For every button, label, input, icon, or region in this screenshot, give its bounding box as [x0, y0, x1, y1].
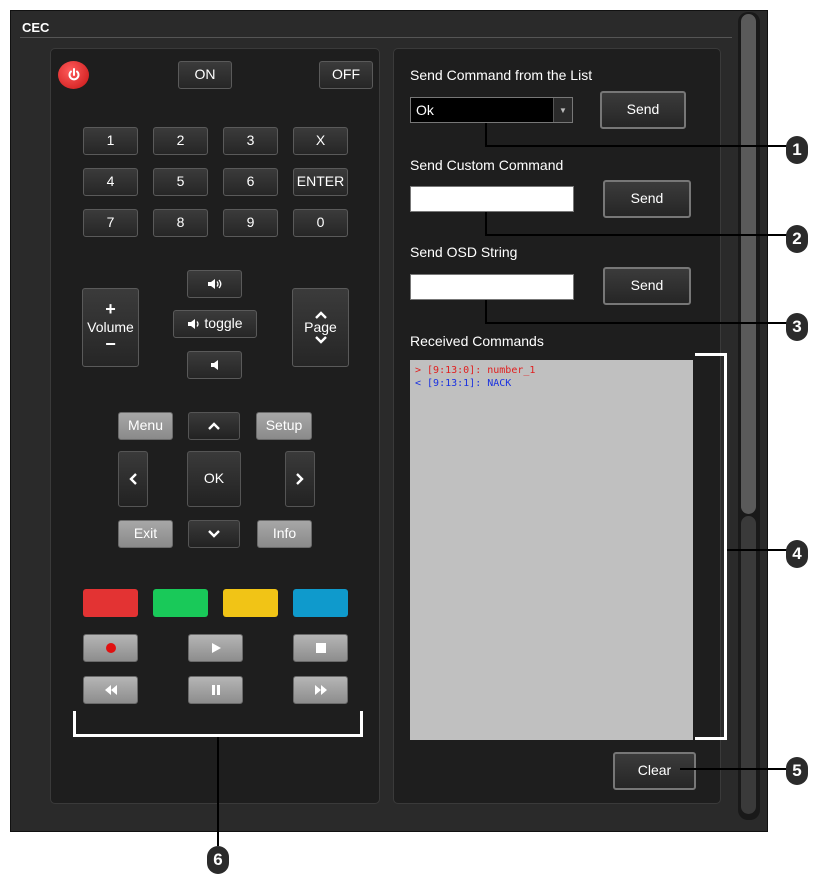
log-bracket: [695, 353, 727, 740]
volume-rocker[interactable]: + Volume −: [82, 288, 139, 367]
stop-icon: [315, 643, 326, 653]
exit-button[interactable]: Exit: [118, 520, 173, 548]
dropdown-arrow-icon[interactable]: ▼: [553, 98, 572, 122]
key-9[interactable]: 9: [223, 209, 278, 237]
rewind-icon: [104, 685, 117, 695]
off-button[interactable]: OFF: [319, 61, 373, 89]
fast-forward-button[interactable]: [293, 676, 348, 704]
media-bracket: [73, 711, 363, 737]
record-icon: [105, 643, 116, 653]
send-list-button[interactable]: Send: [600, 91, 686, 129]
received-commands-label: Received Commands: [410, 333, 544, 349]
clear-button[interactable]: Clear: [613, 752, 696, 790]
chevron-down-icon[interactable]: [314, 335, 328, 345]
title-divider: [20, 37, 732, 38]
fast-forward-icon: [314, 685, 327, 695]
command-select-value: Ok: [416, 102, 434, 118]
info-button[interactable]: Info: [257, 520, 312, 548]
callout-1: 1: [786, 136, 808, 164]
log-line: > [9:13:0]: number_1: [415, 365, 536, 376]
callout-4: 4: [786, 540, 808, 568]
green-button[interactable]: [153, 589, 208, 617]
stop-button[interactable]: [293, 634, 348, 662]
callout-2: 2: [786, 225, 808, 253]
key-7[interactable]: 7: [83, 209, 138, 237]
key-x[interactable]: X: [293, 127, 348, 155]
menu-button[interactable]: Menu: [118, 412, 173, 440]
volume-up-button[interactable]: [187, 270, 242, 298]
record-button[interactable]: [83, 634, 138, 662]
callout-leader: [485, 212, 487, 236]
nav-up-button[interactable]: [188, 412, 240, 440]
mute-toggle-button[interactable]: toggle: [173, 310, 257, 338]
osd-string-input[interactable]: [410, 274, 574, 300]
callout-leader: [680, 768, 790, 770]
key-8[interactable]: 8: [153, 209, 208, 237]
scrollbar-thumb[interactable]: [741, 14, 756, 514]
custom-command-input[interactable]: [410, 186, 574, 212]
callout-leader: [485, 145, 790, 147]
send-osd-button[interactable]: Send: [603, 267, 691, 305]
chevron-down-icon: [208, 530, 220, 538]
chevron-left-icon: [129, 473, 137, 485]
pause-icon: [211, 685, 220, 695]
nav-right-button[interactable]: [285, 451, 315, 507]
play-icon: [211, 643, 221, 653]
page-label: Page: [304, 318, 337, 335]
callout-leader: [217, 737, 219, 846]
blue-button[interactable]: [293, 589, 348, 617]
page-title: CEC: [22, 20, 50, 35]
osd-string-label: Send OSD String: [410, 244, 518, 260]
callout-leader: [485, 300, 487, 324]
received-commands-log[interactable]: > [9:13:0]: number_1 < [9:13:1]: NACK: [410, 360, 693, 740]
ok-button[interactable]: OK: [187, 451, 241, 507]
chevron-up-icon: [208, 422, 220, 430]
nav-left-button[interactable]: [118, 451, 148, 507]
power-button[interactable]: [58, 61, 89, 89]
volume-down-label[interactable]: −: [105, 334, 116, 355]
speaker-icon: [188, 319, 200, 329]
key-0[interactable]: 0: [293, 209, 348, 237]
key-4[interactable]: 4: [83, 168, 138, 196]
red-button[interactable]: [83, 589, 138, 617]
volume-label: Volume: [87, 318, 134, 335]
speaker-quiet-icon: [210, 360, 218, 370]
chevron-right-icon: [296, 473, 304, 485]
key-1[interactable]: 1: [83, 127, 138, 155]
custom-command-label: Send Custom Command: [410, 157, 564, 173]
list-command-label: Send Command from the List: [410, 67, 593, 83]
key-3[interactable]: 3: [223, 127, 278, 155]
callout-3: 3: [786, 313, 808, 341]
speaker-loud-icon: [207, 279, 221, 289]
pause-button[interactable]: [188, 676, 243, 704]
volume-up-label[interactable]: +: [105, 299, 116, 320]
play-button[interactable]: [188, 634, 243, 662]
setup-button[interactable]: Setup: [256, 412, 312, 440]
key-5[interactable]: 5: [153, 168, 208, 196]
nav-down-button[interactable]: [188, 520, 240, 548]
key-2[interactable]: 2: [153, 127, 208, 155]
callout-leader: [485, 234, 790, 236]
command-select[interactable]: Ok ▼: [410, 97, 573, 123]
mute-toggle-label: toggle: [204, 315, 243, 332]
callout-leader: [485, 123, 487, 147]
key-enter[interactable]: ENTER: [293, 168, 348, 196]
power-icon: [68, 68, 79, 81]
callout-leader: [727, 549, 790, 551]
log-line: < [9:13:1]: NACK: [415, 378, 512, 389]
callout-6: 6: [207, 846, 229, 874]
volume-down-button[interactable]: [187, 351, 242, 379]
on-button[interactable]: ON: [178, 61, 232, 89]
callout-5: 5: [786, 757, 808, 785]
key-6[interactable]: 6: [223, 168, 278, 196]
page-rocker[interactable]: Page: [292, 288, 349, 367]
send-custom-button[interactable]: Send: [603, 180, 691, 218]
rewind-button[interactable]: [83, 676, 138, 704]
yellow-button[interactable]: [223, 589, 278, 617]
callout-leader: [485, 322, 790, 324]
